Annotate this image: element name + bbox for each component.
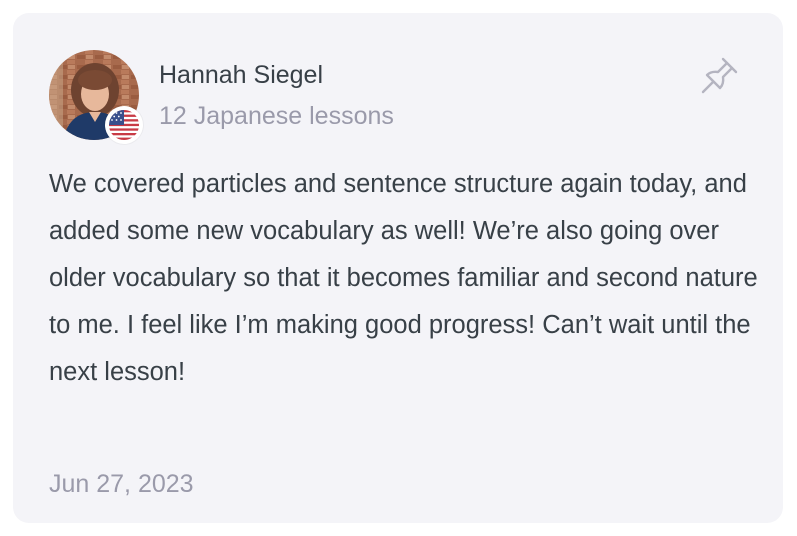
pin-icon[interactable] bbox=[696, 53, 742, 99]
review-text: We covered particles and sentence struct… bbox=[49, 170, 758, 386]
us-flag-icon-graphic bbox=[109, 110, 139, 140]
review-date: Jun 27, 2023 bbox=[49, 470, 194, 498]
author-name: Hannah Siegel bbox=[159, 61, 324, 89]
author-avatar-group bbox=[49, 50, 143, 144]
review-card: Hannah Siegel 12 Japanese lessons We cov… bbox=[13, 13, 783, 523]
us-flag-icon bbox=[105, 106, 143, 144]
lessons-count: 12 Japanese lessons bbox=[159, 102, 394, 130]
pin-icon-graphic bbox=[701, 57, 738, 94]
